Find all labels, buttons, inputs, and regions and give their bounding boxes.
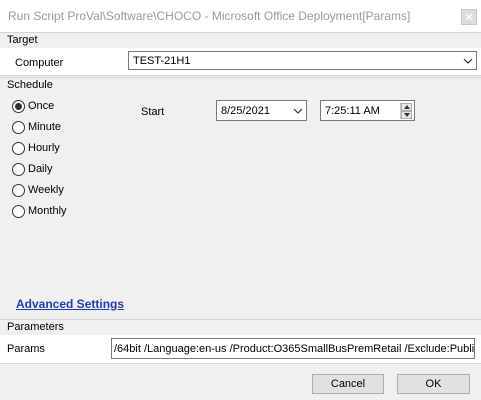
radio-minute-indicator[interactable] [12, 120, 25, 134]
caret-down-icon [403, 113, 410, 117]
target-row: Computer TEST-21H1 [0, 48, 481, 76]
radio-hourly-label: Hourly [28, 142, 60, 154]
radio-once[interactable]: Once [12, 98, 54, 114]
radio-minute-label: Minute [28, 121, 62, 133]
computer-select[interactable]: TEST-21H1 [128, 51, 477, 70]
start-date-value: 8/25/2021 [221, 105, 270, 117]
radio-minute[interactable]: Minute [12, 119, 61, 135]
ok-button[interactable]: OK [397, 374, 470, 394]
target-section-label: Target [7, 34, 38, 46]
radio-monthly-label: Monthly [28, 205, 67, 217]
parameters-section-label: Parameters [7, 321, 64, 333]
chevron-down-icon[interactable] [293, 106, 303, 116]
chevron-down-icon [463, 58, 473, 64]
radio-once-label: Once [28, 100, 55, 112]
params-value: /64bit /Language:en-us /Product:O365Smal… [114, 343, 475, 355]
close-icon [465, 13, 473, 21]
params-row: Params /64bit /Language:en-us /Product:O… [0, 335, 481, 364]
window-title: Run Script ProVal\Software\CHOCO - Micro… [8, 9, 411, 23]
close-button[interactable] [461, 9, 477, 25]
radio-daily[interactable]: Daily [12, 161, 52, 177]
start-label: Start [141, 106, 165, 118]
radio-weekly-indicator[interactable] [12, 183, 25, 197]
start-time-picker[interactable]: 7:25:11 AM [320, 100, 415, 121]
radio-hourly-indicator[interactable] [12, 141, 25, 155]
radio-daily-label: Daily [28, 163, 53, 175]
radio-weekly-label: Weekly [28, 184, 64, 196]
start-time-value: 7:25:11 AM [325, 105, 380, 117]
params-input[interactable]: /64bit /Language:en-us /Product:O365Smal… [111, 338, 475, 359]
spin-down-button[interactable] [401, 111, 412, 119]
computer-value: TEST-21H1 [133, 55, 191, 67]
radio-hourly[interactable]: Hourly [12, 140, 60, 156]
schedule-section-label: Schedule [7, 79, 53, 91]
computer-label: Computer [15, 57, 64, 69]
cancel-button[interactable]: Cancel [312, 374, 384, 394]
radio-daily-indicator[interactable] [12, 162, 25, 176]
time-spinner[interactable] [400, 103, 412, 119]
params-label: Params [7, 343, 45, 355]
title-bar: Run Script ProVal\Software\CHOCO - Micro… [0, 0, 481, 32]
radio-monthly[interactable]: Monthly [12, 203, 67, 219]
start-date-picker[interactable]: 8/25/2021 [216, 100, 307, 121]
radio-weekly[interactable]: Weekly [12, 182, 64, 198]
radio-monthly-indicator[interactable] [12, 204, 25, 218]
radio-once-indicator[interactable] [12, 99, 25, 113]
spin-up-button[interactable] [401, 103, 412, 111]
advanced-settings-link[interactable]: Advanced Settings [16, 297, 124, 311]
caret-up-icon [403, 105, 410, 109]
